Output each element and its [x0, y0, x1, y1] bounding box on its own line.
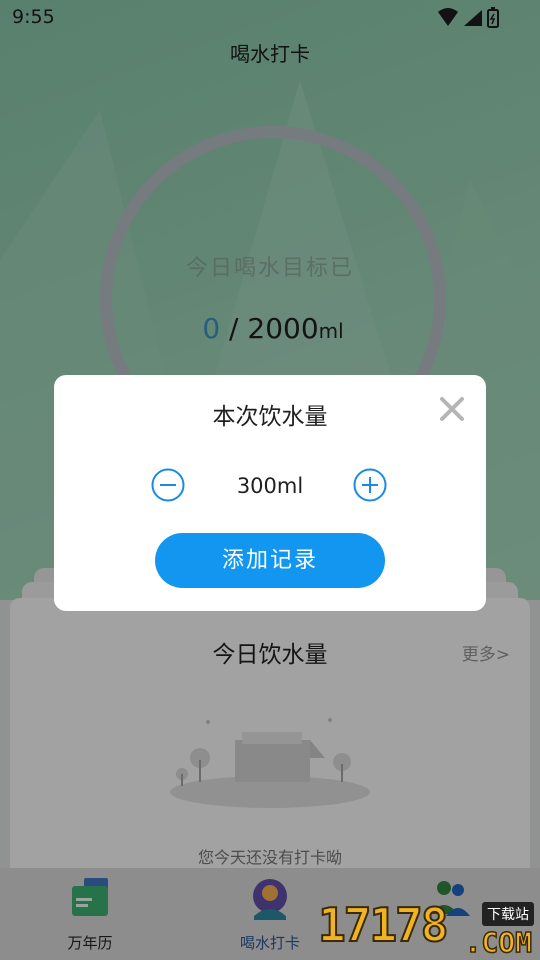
watermark-suffix: .COM — [464, 925, 533, 960]
intake-amount: 300ml — [236, 474, 304, 498]
add-record-button[interactable]: 添加记录 — [155, 533, 385, 588]
watermark-number: 17178 — [317, 897, 449, 953]
close-icon[interactable] — [438, 395, 466, 423]
increase-button[interactable] — [353, 468, 387, 502]
intake-dialog: 本次饮水量 300ml 添加记录 — [54, 375, 486, 611]
dialog-title: 本次饮水量 — [212, 404, 328, 430]
watermark-badge: 下载站 — [482, 902, 534, 926]
watermark-logo: 17178 下载站 .COM — [317, 897, 538, 960]
